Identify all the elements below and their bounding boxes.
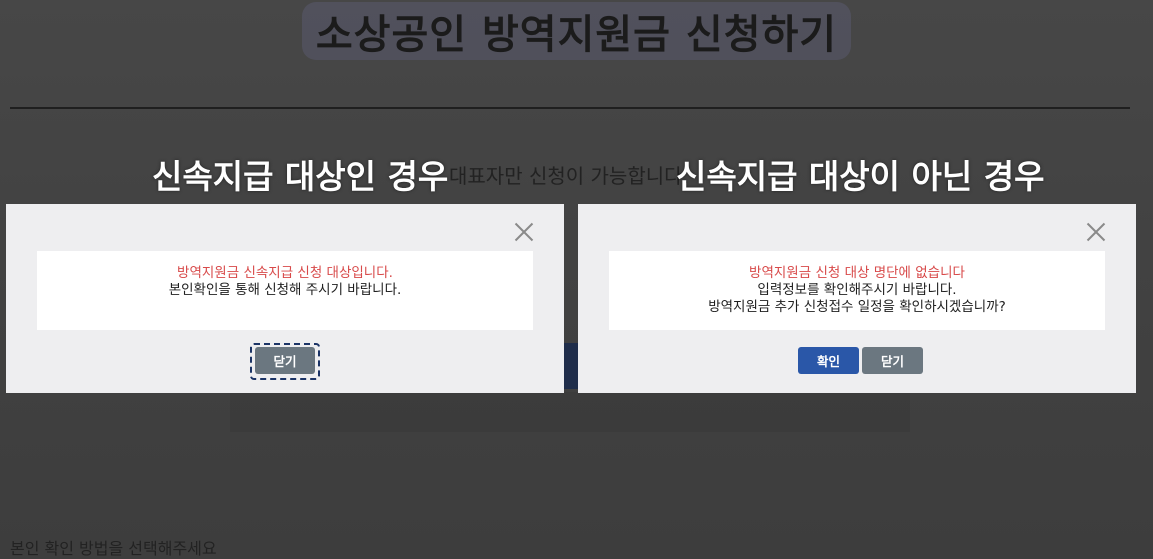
close-button[interactable]: 닫기	[255, 347, 315, 374]
message-line-2: 입력정보를 확인해주시기 바랍니다.	[757, 282, 957, 298]
close-icon[interactable]	[1086, 222, 1106, 242]
background-button-sliver	[563, 343, 579, 389]
message-body: 본인확인을 통해 신청해 주시기 바랍니다.	[168, 282, 402, 298]
message-box: 방역지원금 신속지급 신청 대상입니다. 본인확인을 통해 신청해 주시기 바랍…	[37, 251, 533, 330]
dialog-not-eligible: 방역지원금 신청 대상 명단에 없습니다 입력정보를 확인해주시기 바랍니다. …	[578, 204, 1136, 393]
dialog-eligible: 방역지원금 신속지급 신청 대상입니다. 본인확인을 통해 신청해 주시기 바랍…	[6, 204, 564, 393]
caption-eligible: 신속지급 대상인 경우	[152, 157, 449, 196]
message-highlight: 방역지원금 신속지급 신청 대상입니다.	[177, 265, 393, 281]
close-icon[interactable]	[514, 222, 534, 242]
page-title-text: 소상공인 방역지원금 신청하기	[301, 2, 852, 60]
divider	[10, 107, 1130, 109]
page-title: 소상공인 방역지원금 신청하기	[0, 2, 1153, 60]
message-box: 방역지원금 신청 대상 명단에 없습니다 입력정보를 확인해주시기 바랍니다. …	[609, 251, 1105, 330]
representative-notice: 대표자만 신청이 가능합니다.	[449, 164, 689, 188]
background-panel	[230, 392, 910, 432]
caption-not-eligible: 신속지급 대상이 아닌 경우	[676, 157, 1045, 196]
message-highlight: 방역지원금 신청 대상 명단에 없습니다	[749, 265, 965, 281]
confirm-button[interactable]: 확인	[798, 347, 859, 374]
verification-method-prompt: 본인 확인 방법을 선택해주세요	[10, 539, 217, 558]
message-line-3: 방역지원금 추가 신청접수 일정을 확인하시겠습니까?	[708, 299, 1006, 315]
close-button[interactable]: 닫기	[862, 347, 923, 374]
